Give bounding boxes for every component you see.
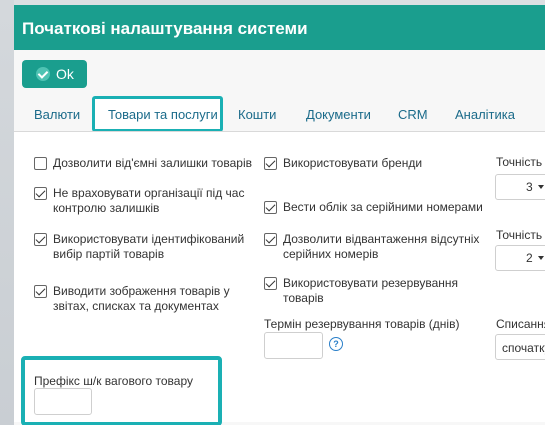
write-off-label: Списання [496, 317, 545, 331]
dialog-titlebar: Початкові налаштування системи [14, 5, 545, 50]
precision-label-1: Точність [496, 155, 543, 169]
reservation-checkbox[interactable] [264, 277, 277, 290]
serial-numbers-checkbox[interactable] [264, 201, 277, 214]
tab-analytics[interactable]: Аналітика [455, 107, 515, 122]
ok-button[interactable]: Ok [22, 60, 87, 88]
tab-currencies[interactable]: Валюти [34, 107, 80, 122]
ignore-organizations-checkbox[interactable] [34, 187, 47, 200]
tab-documents[interactable]: Документи [306, 107, 371, 122]
settings-dialog: Початкові налаштування системи Ok Валюти… [14, 5, 545, 425]
ok-button-label: Ok [56, 66, 74, 82]
reservation-label: Використовувати резервування товарів [283, 276, 459, 305]
show-images-label: Виводити зображення товарів у звітах, спи… [53, 284, 230, 313]
option-ignore-organizations: Не враховувати організації під час контро… [34, 186, 264, 219]
background-strip [0, 0, 14, 425]
option-serial-numbers: Вести облік за серійними номерами [264, 200, 494, 217]
weight-barcode-prefix-input[interactable] [34, 388, 92, 415]
tab-crm[interactable]: CRM [398, 107, 428, 122]
batch-selection-checkbox[interactable] [34, 233, 47, 246]
tab-goods-services[interactable]: Товари та послуги [108, 107, 218, 122]
precision-select-2[interactable]: 2 [495, 245, 545, 271]
ship-missing-serials-checkbox[interactable] [264, 233, 277, 246]
precision-label-2: Точність [496, 228, 543, 242]
chevron-down-icon [538, 256, 544, 260]
use-brands-checkbox[interactable] [264, 157, 277, 170]
tab-funds[interactable]: Кошти [238, 107, 276, 122]
help-icon[interactable]: ? [329, 337, 343, 351]
option-batch-selection: Використовувати ідентифікований вибір пар… [34, 232, 264, 265]
write-off-select[interactable]: спочатку [495, 334, 545, 360]
ship-missing-serials-label: Дозволити відвантаження відсутніх серійни… [283, 232, 480, 261]
show-images-checkbox[interactable] [34, 285, 47, 298]
precision-select-1[interactable]: 3 [495, 174, 545, 200]
dialog-title: Початкові налаштування системи [22, 19, 308, 38]
negative-stock-checkbox[interactable] [34, 157, 47, 170]
chevron-down-icon [538, 185, 544, 189]
option-reservation: Використовувати резервування товарів [264, 276, 494, 309]
serial-numbers-label: Вести облік за серійними номерами [283, 200, 483, 214]
reservation-term-input[interactable] [264, 332, 323, 359]
ignore-organizations-label: Не враховувати організації під час контро… [53, 186, 245, 215]
reservation-term-label: Термін резервування товарів (днів) [264, 317, 460, 331]
option-use-brands: Використовувати бренди [264, 156, 494, 173]
use-brands-label: Використовувати бренди [283, 156, 423, 170]
option-show-images: Виводити зображення товарів у звітах, спи… [34, 284, 264, 317]
batch-selection-label: Використовувати ідентифікований вибір пар… [53, 232, 245, 261]
weight-barcode-prefix-label: Префікс ш/к вагового товару [34, 374, 193, 388]
option-ship-missing-serials: Дозволити відвантаження відсутніх серійни… [264, 232, 494, 265]
negative-stock-label: Дозволити від'ємні залишки товарів [53, 156, 252, 170]
check-circle-icon [36, 67, 50, 81]
option-negative-stock: Дозволити від'ємні залишки товарів [34, 156, 264, 173]
